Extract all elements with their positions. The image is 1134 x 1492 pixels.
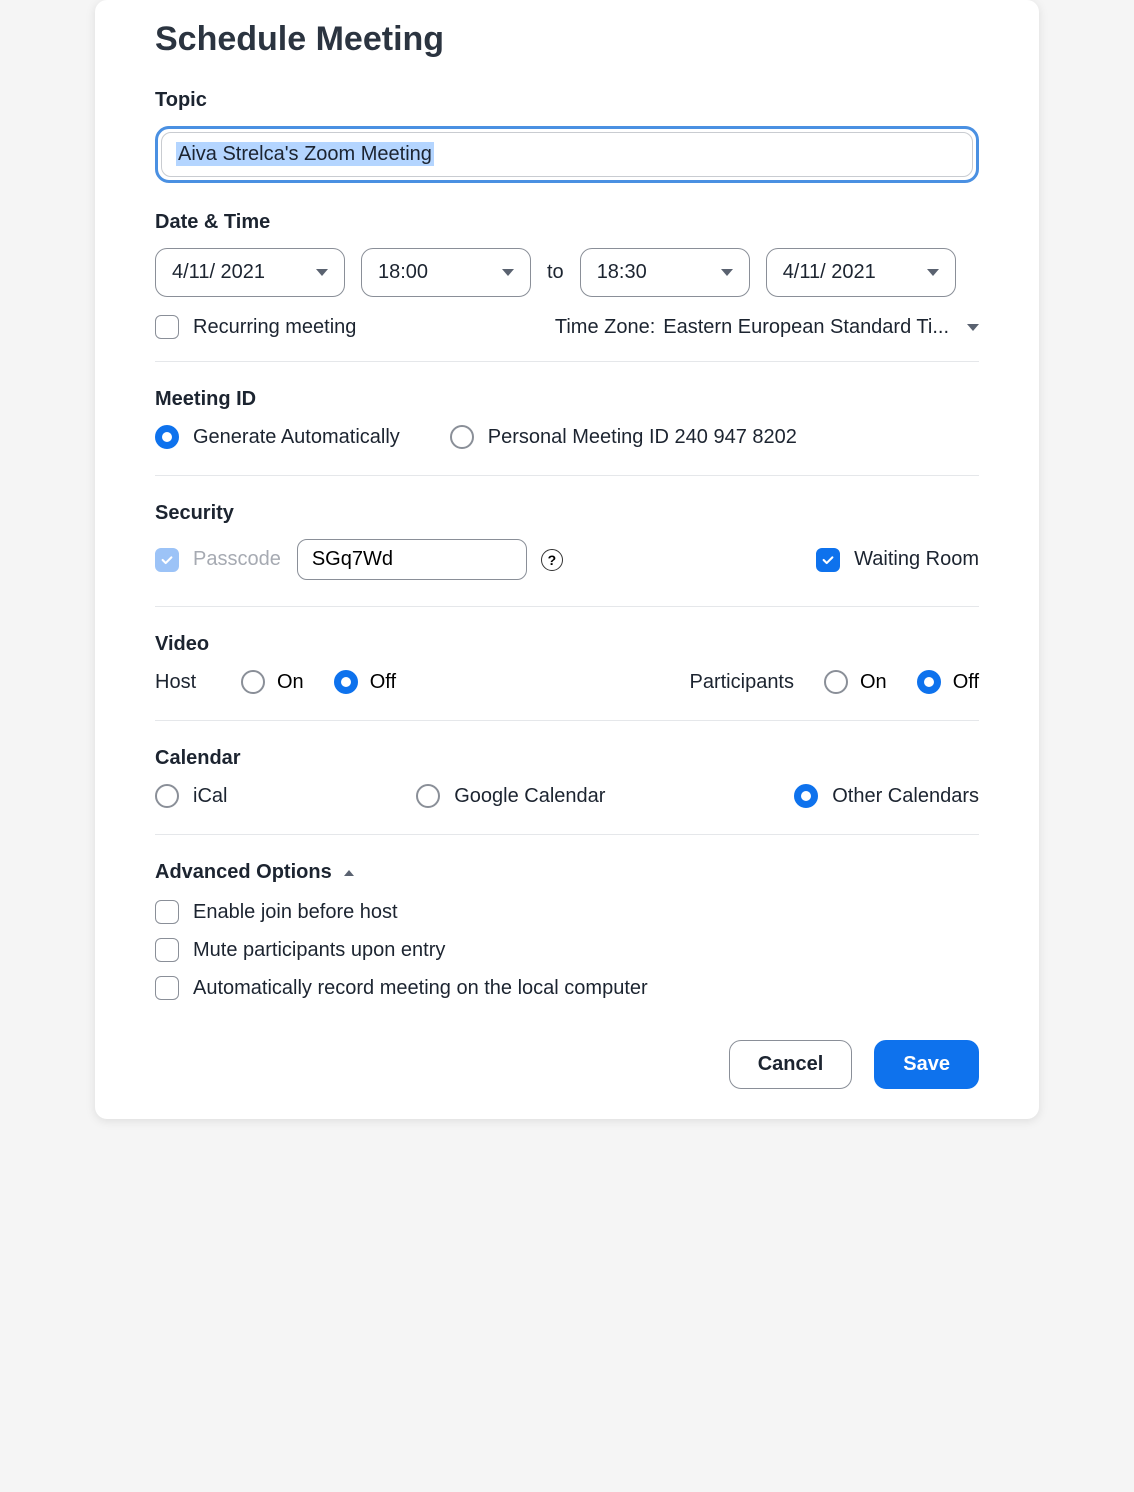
radio-selected-icon (794, 784, 818, 808)
end-date-dropdown[interactable]: 4/11/ 2021 (766, 248, 956, 297)
off-label: Off (370, 671, 396, 694)
passcode-group: Passcode ? (155, 539, 563, 580)
divider (155, 361, 979, 362)
to-label: to (547, 261, 564, 284)
recurring-row: Recurring meeting Time Zone: Eastern Eur… (155, 315, 979, 339)
video-participants-off-option[interactable]: Off (917, 670, 979, 694)
calendar-google-label: Google Calendar (454, 785, 605, 808)
divider (155, 606, 979, 607)
calendar-google-option[interactable]: Google Calendar (416, 784, 605, 808)
recurring-label: Recurring meeting (193, 316, 356, 339)
save-button[interactable]: Save (874, 1040, 979, 1089)
meeting-id-generate-option[interactable]: Generate Automatically (155, 425, 400, 449)
topic-input[interactable]: Aiva Strelca's Zoom Meeting (161, 132, 973, 177)
video-host-label: Host (155, 671, 211, 694)
start-time-value: 18:00 (378, 261, 428, 284)
video-label: Video (155, 633, 979, 656)
meeting-id-label: Meeting ID (155, 388, 979, 411)
advanced-option-label: Mute participants upon entry (193, 939, 445, 962)
chevron-down-icon (316, 269, 328, 276)
security-row: Passcode ? Waiting Room (155, 539, 979, 580)
advanced-option-label: Automatically record meeting on the loca… (193, 977, 648, 1000)
chevron-up-icon (344, 870, 354, 876)
calendar-other-option[interactable]: Other Calendars (794, 784, 979, 808)
video-participants-label: Participants (690, 671, 795, 694)
end-time-value: 18:30 (597, 261, 647, 284)
calendar-row: iCal Google Calendar Other Calendars (155, 784, 979, 808)
calendar-ical-label: iCal (193, 785, 227, 808)
chevron-down-icon (927, 269, 939, 276)
on-label: On (277, 671, 304, 694)
radio-selected-icon (155, 425, 179, 449)
calendar-other-label: Other Calendars (832, 785, 979, 808)
checkbox[interactable] (155, 976, 179, 1000)
recurring-checkbox-group[interactable]: Recurring meeting (155, 315, 356, 339)
topic-label: Topic (155, 89, 979, 112)
video-participants-on-option[interactable]: On (824, 670, 887, 694)
timezone-value: Eastern European Standard Ti... (663, 316, 949, 339)
checkbox[interactable] (155, 900, 179, 924)
help-icon[interactable]: ? (541, 549, 563, 571)
meeting-id-personal-label: Personal Meeting ID 240 947 8202 (488, 426, 797, 449)
meeting-id-generate-label: Generate Automatically (193, 426, 400, 449)
advanced-option-auto-record[interactable]: Automatically record meeting on the loca… (155, 976, 979, 1000)
dialog-footer: Cancel Save (155, 1040, 979, 1089)
start-date-value: 4/11/ 2021 (172, 261, 265, 284)
radio-icon (155, 784, 179, 808)
divider (155, 475, 979, 476)
radio-selected-icon (334, 670, 358, 694)
checkbox[interactable] (155, 938, 179, 962)
end-date-value: 4/11/ 2021 (783, 261, 876, 284)
datetime-row: 4/11/ 2021 18:00 to 18:30 4/11/ 2021 (155, 248, 979, 297)
datetime-label: Date & Time (155, 211, 979, 234)
divider (155, 834, 979, 835)
advanced-option-mute-on-entry[interactable]: Mute participants upon entry (155, 938, 979, 962)
topic-input-focus-ring: Aiva Strelca's Zoom Meeting (155, 126, 979, 183)
end-time-dropdown[interactable]: 18:30 (580, 248, 750, 297)
radio-icon (416, 784, 440, 808)
meeting-id-personal-option[interactable]: Personal Meeting ID 240 947 8202 (450, 425, 797, 449)
advanced-option-label: Enable join before host (193, 901, 398, 924)
video-host-on-option[interactable]: On (241, 670, 304, 694)
video-host-off-option[interactable]: Off (334, 670, 396, 694)
calendar-label: Calendar (155, 747, 979, 770)
cancel-button[interactable]: Cancel (729, 1040, 853, 1089)
timezone-label: Time Zone: (555, 316, 655, 339)
waiting-room-group[interactable]: Waiting Room (816, 548, 979, 572)
advanced-options-toggle[interactable]: Advanced Options (155, 861, 979, 884)
radio-icon (824, 670, 848, 694)
recurring-checkbox[interactable] (155, 315, 179, 339)
chevron-down-icon (967, 324, 979, 331)
start-date-dropdown[interactable]: 4/11/ 2021 (155, 248, 345, 297)
passcode-input[interactable] (297, 539, 527, 580)
timezone-dropdown[interactable]: Time Zone: Eastern European Standard Ti.… (555, 316, 979, 339)
off-label: Off (953, 671, 979, 694)
calendar-ical-option[interactable]: iCal (155, 784, 227, 808)
check-icon (821, 553, 835, 567)
video-row: Host On Off Participants On Off (155, 670, 979, 694)
waiting-room-label: Waiting Room (854, 548, 979, 571)
topic-input-value: Aiva Strelca's Zoom Meeting (176, 142, 434, 166)
chevron-down-icon (721, 269, 733, 276)
waiting-room-checkbox[interactable] (816, 548, 840, 572)
passcode-checkbox[interactable] (155, 548, 179, 572)
check-icon (160, 553, 174, 567)
radio-selected-icon (917, 670, 941, 694)
schedule-meeting-dialog: Schedule Meeting Topic Aiva Strelca's Zo… (95, 0, 1039, 1119)
start-time-dropdown[interactable]: 18:00 (361, 248, 531, 297)
chevron-down-icon (502, 269, 514, 276)
advanced-options-label: Advanced Options (155, 861, 332, 884)
dialog-title: Schedule Meeting (155, 20, 979, 59)
divider (155, 720, 979, 721)
radio-icon (241, 670, 265, 694)
meeting-id-radio-group: Generate Automatically Personal Meeting … (155, 425, 979, 449)
passcode-label: Passcode (193, 548, 281, 571)
radio-icon (450, 425, 474, 449)
security-label: Security (155, 502, 979, 525)
advanced-option-join-before-host[interactable]: Enable join before host (155, 900, 979, 924)
on-label: On (860, 671, 887, 694)
